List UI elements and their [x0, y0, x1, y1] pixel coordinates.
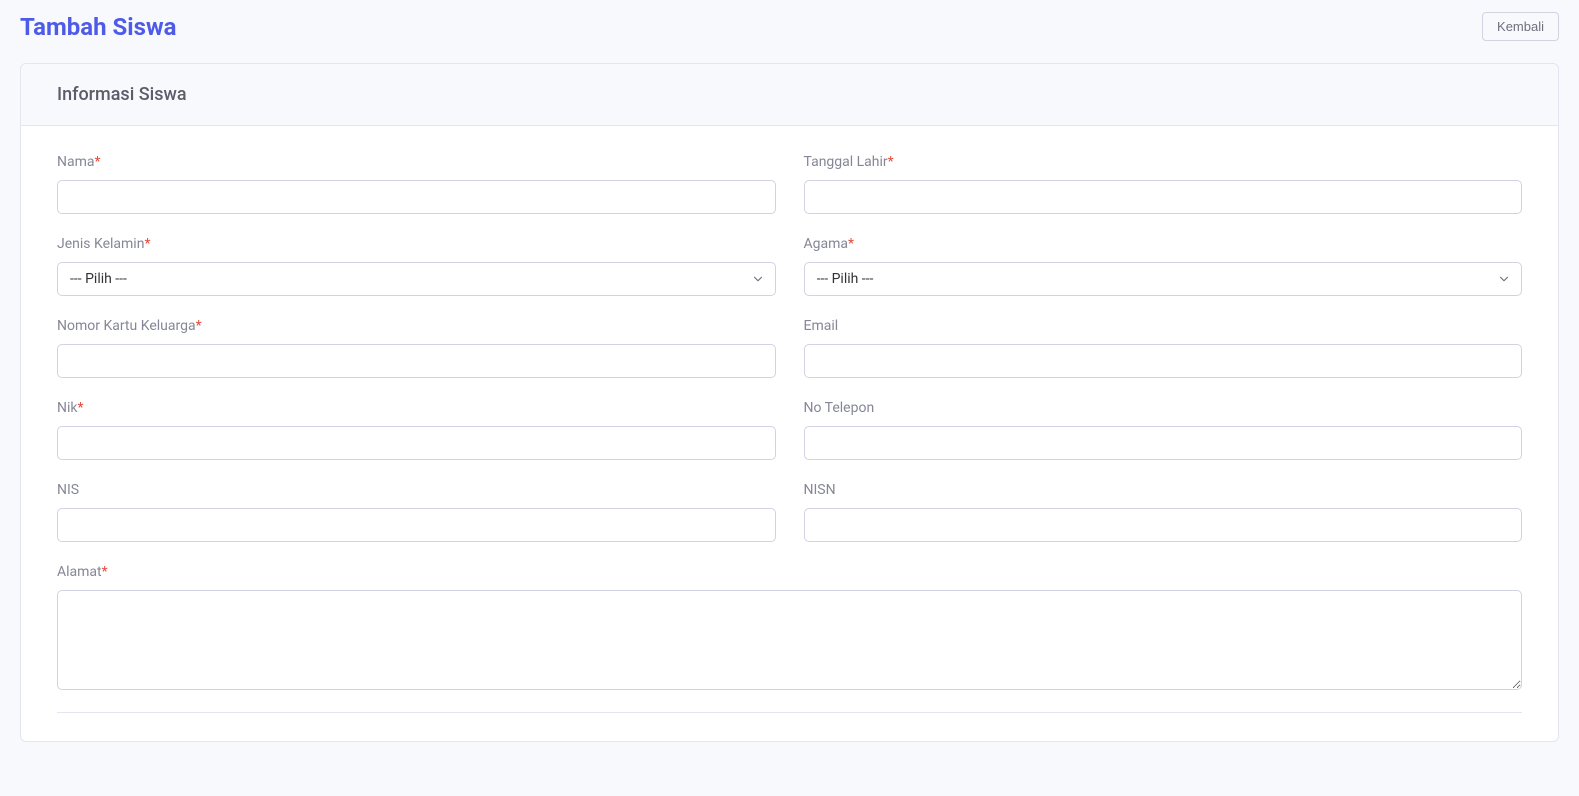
- nis-label: NIS: [57, 482, 776, 498]
- required-mark: *: [888, 154, 894, 170]
- email-input[interactable]: [804, 344, 1523, 378]
- jenis-kelamin-select[interactable]: --- Pilih ---: [57, 262, 776, 296]
- card-header: Informasi Siswa: [21, 64, 1558, 126]
- back-button[interactable]: Kembali: [1482, 12, 1559, 41]
- nis-input[interactable]: [57, 508, 776, 542]
- label-text: NISN: [804, 482, 836, 498]
- alamat-label: Alamat*: [57, 564, 1522, 580]
- nama-label: Nama*: [57, 154, 776, 170]
- required-mark: *: [102, 564, 108, 580]
- required-mark: *: [78, 400, 84, 416]
- required-mark: *: [848, 236, 854, 252]
- label-text: Agama: [804, 236, 849, 252]
- section-divider: [57, 712, 1522, 713]
- tanggal-lahir-label: Tanggal Lahir*: [804, 154, 1523, 170]
- nomor-kk-label: Nomor Kartu Keluarga*: [57, 318, 776, 334]
- label-text: No Telepon: [804, 400, 875, 416]
- nik-input[interactable]: [57, 426, 776, 460]
- no-telepon-input[interactable]: [804, 426, 1523, 460]
- page-title: Tambah Siswa: [20, 13, 176, 41]
- jenis-kelamin-label: Jenis Kelamin*: [57, 236, 776, 252]
- required-mark: *: [196, 318, 202, 334]
- label-text: Tanggal Lahir: [804, 154, 888, 170]
- label-text: NIS: [57, 482, 79, 498]
- label-text: Email: [804, 318, 839, 334]
- label-text: Nama: [57, 154, 95, 170]
- nama-input[interactable]: [57, 180, 776, 214]
- required-mark: *: [144, 236, 150, 252]
- form-card: Informasi Siswa Nama* Tanggal Lahir*: [20, 63, 1559, 742]
- nisn-label: NISN: [804, 482, 1523, 498]
- nisn-input[interactable]: [804, 508, 1523, 542]
- tanggal-lahir-input[interactable]: [804, 180, 1523, 214]
- nomor-kk-input[interactable]: [57, 344, 776, 378]
- agama-select[interactable]: --- Pilih ---: [804, 262, 1523, 296]
- label-text: Alamat: [57, 564, 102, 580]
- alamat-textarea[interactable]: [57, 590, 1522, 690]
- label-text: Nomor Kartu Keluarga: [57, 318, 196, 334]
- label-text: Nik: [57, 400, 78, 416]
- nik-label: Nik*: [57, 400, 776, 416]
- agama-label: Agama*: [804, 236, 1523, 252]
- required-mark: *: [95, 154, 101, 170]
- email-label: Email: [804, 318, 1523, 334]
- no-telepon-label: No Telepon: [804, 400, 1523, 416]
- label-text: Jenis Kelamin: [57, 236, 144, 252]
